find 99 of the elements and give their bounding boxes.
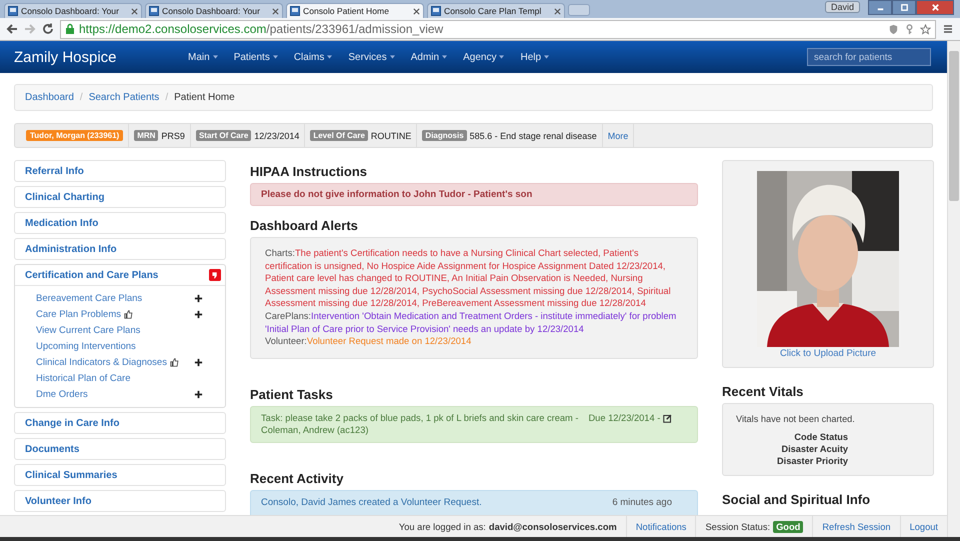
vital-label: Disaster Acuity xyxy=(780,443,848,455)
sidebar-item[interactable]: Medication Info xyxy=(25,218,221,228)
close-icon[interactable] xyxy=(554,8,561,14)
caret-icon[interactable] xyxy=(272,55,278,59)
sidebar-link[interactable]: Upcoming Interventions xyxy=(36,340,136,352)
menu-icon[interactable] xyxy=(942,23,954,35)
alert-text: Charts:The patient's Certification needs to have a Nursing Clinical Chart selected, Patient's certification is unsigned, No Hospice Aide Assignment for Hospice Assignment Dated 12/23/2014, Patient care level has changed to ROUTINE, An Initial Pain Observation is Needed, Nursing Assessment missing due 12/28/2014, PsychoSocial Assessment missing due 12/28/2014, Spiritual Assessment missing due 12/28/2014, PreBereavement Assessment missing due 12/28/2014 xyxy=(265,247,672,310)
key-icon[interactable] xyxy=(904,24,915,34)
close-icon[interactable] xyxy=(916,0,954,15)
session-label: Session Status: xyxy=(705,522,770,532)
plus-icon[interactable] xyxy=(194,358,203,366)
sidebar-item[interactable]: Clinical Charting xyxy=(25,192,221,202)
page-icon xyxy=(149,6,159,16)
more-link[interactable]: More xyxy=(608,130,628,140)
browser-tab[interactable]: Consolo Patient Home xyxy=(286,3,424,18)
page-icon xyxy=(8,6,18,16)
back-icon[interactable] xyxy=(6,23,18,35)
upload-link[interactable]: Click to Upload Picture xyxy=(780,348,876,359)
close-icon[interactable] xyxy=(413,8,420,14)
plus-icon[interactable] xyxy=(194,390,203,398)
nav-menu[interactable]: Agency xyxy=(455,52,512,62)
breadcrumb-link[interactable]: Dashboard xyxy=(25,92,74,103)
nav-menu[interactable]: Claims xyxy=(286,52,340,62)
caret-icon[interactable] xyxy=(499,55,504,59)
nav-menu[interactable]: Patients xyxy=(226,52,286,62)
nav-menu[interactable]: Main xyxy=(180,52,226,62)
browser-tab[interactable]: Consolo Care Plan Templ xyxy=(427,3,565,18)
field-label: MRN xyxy=(134,130,158,141)
field-value: 12/23/2014 xyxy=(254,130,300,140)
sidebar-link[interactable]: View Current Care Plans xyxy=(36,324,140,336)
vital-label: Disaster Priority xyxy=(776,455,848,467)
minimize-icon[interactable] xyxy=(868,0,892,15)
scrollbar[interactable] xyxy=(947,41,960,537)
sidebar-link[interactable]: Care Plan Problems xyxy=(36,308,122,320)
browser-tab[interactable]: Consolo Dashboard: Your xyxy=(145,3,283,18)
nav-menu[interactable]: Admin xyxy=(402,52,456,62)
activity-text[interactable]: Consolo, David James created a Volunteer Request. xyxy=(261,496,482,508)
edit-icon[interactable] xyxy=(663,414,672,423)
maximize-icon[interactable] xyxy=(892,0,916,15)
alert-text: CarePlans:Intervention 'Obtain Medication and Treatment Orders - institute immediately' for problem 'Initial Plan of Care prior to Service Provision' needs an update by 12/23/2014 xyxy=(265,310,678,336)
section-heading: Recent Vitals xyxy=(722,384,804,399)
caret-icon[interactable] xyxy=(544,55,550,59)
breadcrumb-separator: / xyxy=(80,92,83,103)
close-icon[interactable] xyxy=(131,8,138,14)
caret-icon[interactable] xyxy=(442,55,448,59)
sidebar-item[interactable]: Clinical Summaries xyxy=(25,470,221,480)
session-badge: Good xyxy=(773,520,804,532)
sidebar-item[interactable]: Change in Care Info xyxy=(25,418,221,428)
hipaa-alert: Please do not give information to John Tudor - Patient's son xyxy=(250,183,698,206)
plus-icon[interactable] xyxy=(194,294,203,302)
field-value: PRS9 xyxy=(161,130,185,140)
nav-menu[interactable]: Services xyxy=(340,52,403,62)
sidebar-item[interactable]: Administration Info xyxy=(25,244,221,254)
section-heading: HIPAA Instructions xyxy=(250,164,368,179)
vital-label: Code Status xyxy=(793,431,848,443)
star-icon[interactable] xyxy=(920,24,931,34)
task-assignee: Coleman, Andrew (ac123) xyxy=(261,425,368,436)
sidebar-link[interactable]: Historical Plan of Care xyxy=(36,372,131,384)
sidebar-link[interactable]: Bereavement Care Plans xyxy=(36,292,142,304)
activity-time: 6 minutes ago xyxy=(612,496,672,508)
close-icon[interactable] xyxy=(272,8,279,14)
breadcrumb-link[interactable]: Search Patients xyxy=(88,92,160,103)
page-icon xyxy=(290,6,300,16)
section-heading: Dashboard Alerts xyxy=(250,218,359,233)
due-date: Due 12/23/2014 - xyxy=(588,412,660,424)
sidebar-item[interactable]: Certification and Care Plans xyxy=(25,270,209,280)
vitals-message: Vitals have not been charted. xyxy=(736,414,856,424)
sidebar-link[interactable]: Dme Orders xyxy=(36,388,88,400)
alert-text: Volunteer:Volunteer Request made on 12/23/2014 xyxy=(265,335,472,348)
profile-button[interactable]: David xyxy=(824,1,860,13)
caret-icon[interactable] xyxy=(212,55,218,59)
sidebar-link[interactable]: Clinical Indicators & Diagnoses xyxy=(36,356,167,368)
field-label: Level Of Care xyxy=(310,130,368,141)
page-icon xyxy=(431,6,441,16)
browser-tab[interactable]: Consolo Dashboard: Your xyxy=(4,3,142,18)
section-heading: Recent Activity xyxy=(250,470,344,486)
sidebar-item[interactable]: Volunteer Info xyxy=(25,496,221,506)
search-field[interactable]: search for patients xyxy=(807,48,931,66)
scroll-thumb[interactable] xyxy=(949,51,959,201)
breadcrumb-separator: / xyxy=(165,92,168,103)
field-value: ROUTINE xyxy=(370,130,412,140)
task-text: Task: please take 2 packs of blue pads, 1 pk of L briefs and skin care cream - xyxy=(261,412,578,424)
field-label: Start Of Care xyxy=(196,130,252,141)
field-value: 585.6 - End stage renal disease xyxy=(470,130,597,140)
plus-icon[interactable] xyxy=(194,310,203,318)
caret-icon[interactable] xyxy=(327,55,332,59)
sidebar-item[interactable]: Documents xyxy=(25,444,221,454)
lock-icon xyxy=(65,23,75,35)
section-heading: Social and Spiritual Info xyxy=(722,492,872,507)
reload-icon[interactable] xyxy=(42,23,54,35)
login-text: You are logged in as: david@consoloservices.com xyxy=(398,520,618,534)
sidebar-item[interactable]: Referral Info xyxy=(25,166,221,176)
brand-link[interactable]: Zamily Hospice xyxy=(14,48,180,66)
nav-menu[interactable]: Help xyxy=(512,52,558,62)
field-label: Diagnosis xyxy=(422,130,467,141)
address-field[interactable]: https://demo2.consoloservices.com/patients/233961/admission_view xyxy=(60,20,936,38)
caret-icon[interactable] xyxy=(390,55,395,59)
shield-icon[interactable] xyxy=(888,24,899,34)
section-heading: Patient Tasks xyxy=(250,386,334,402)
